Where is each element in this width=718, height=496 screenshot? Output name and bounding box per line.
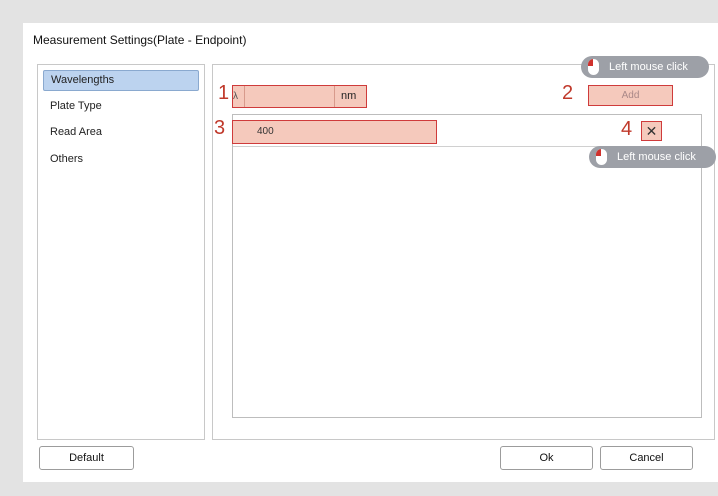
sidebar-item-others[interactable]: Others <box>43 149 199 170</box>
tooltip-left-mouse-click-delete: Left mouse click <box>589 146 716 168</box>
wavelengths-panel: λ nm Add 400 ✕ <box>212 64 715 440</box>
measurement-settings-dialog: Measurement Settings(Plate - Endpoint) W… <box>23 23 718 482</box>
sidebar-item-wavelengths[interactable]: Wavelengths <box>43 70 199 91</box>
cancel-button[interactable]: Cancel <box>600 446 693 470</box>
tooltip-text: Left mouse click <box>617 151 696 163</box>
default-button[interactable]: Default <box>39 446 134 470</box>
nm-unit-label: nm <box>334 86 366 107</box>
add-button[interactable]: Add <box>588 85 673 106</box>
wavelength-row-400[interactable]: 400 <box>232 120 437 144</box>
annotation-step-1: 1 <box>218 82 230 104</box>
sidebar-item-plate-type[interactable]: Plate Type <box>43 96 199 117</box>
mouse-icon <box>596 149 607 165</box>
tooltip-left-mouse-click-add: Left mouse click <box>581 56 709 78</box>
delete-icon[interactable]: ✕ <box>641 121 662 141</box>
dialog-title: Measurement Settings(Plate - Endpoint) <box>33 33 247 47</box>
sidebar-item-read-area[interactable]: Read Area <box>43 122 199 143</box>
mouse-icon <box>588 59 599 75</box>
annotation-step-4: 4 <box>621 118 633 140</box>
lambda-prefix: λ <box>233 86 245 107</box>
annotation-step-2: 2 <box>562 82 574 104</box>
tooltip-text: Left mouse click <box>609 61 688 73</box>
ok-button[interactable]: Ok <box>500 446 593 470</box>
annotation-step-3: 3 <box>214 117 226 139</box>
settings-sidebar: Wavelengths Plate Type Read Area Others <box>37 64 205 440</box>
wavelength-input[interactable]: λ nm <box>232 85 367 108</box>
